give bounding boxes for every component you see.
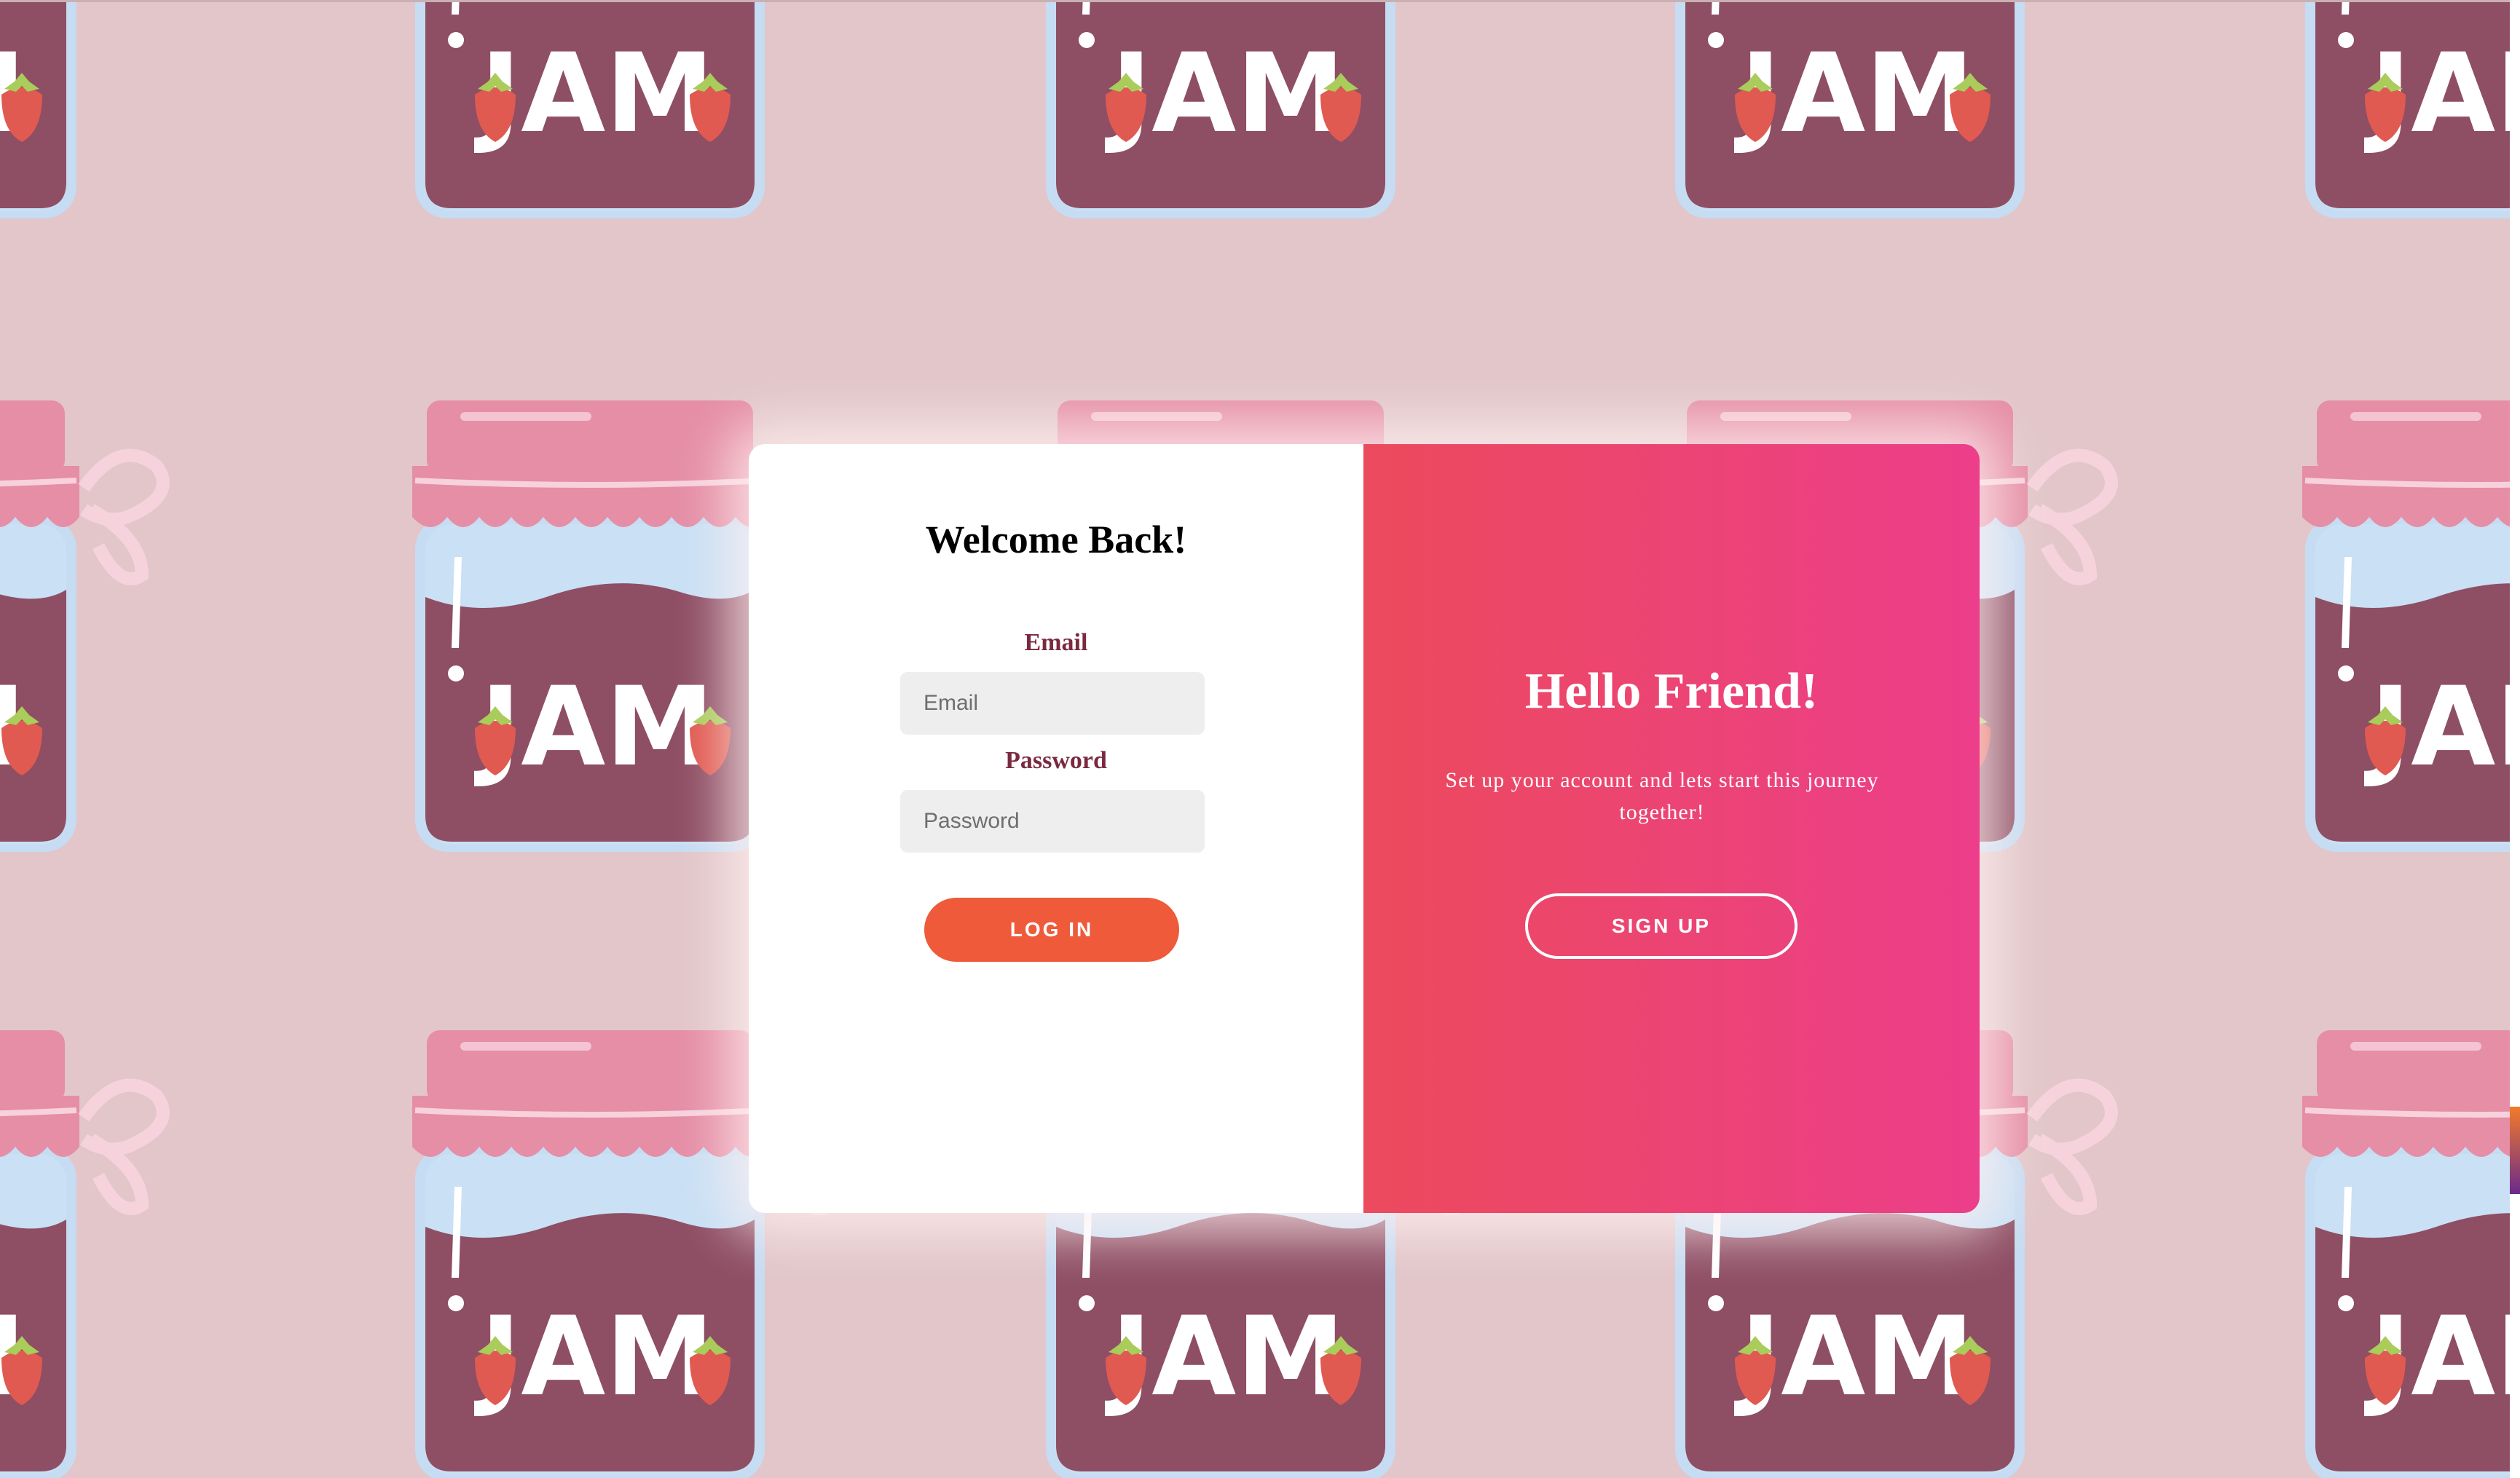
login-button[interactable]: LOG IN (924, 898, 1179, 962)
signup-panel: Hello Friend! Set up your account and le… (1363, 444, 1980, 1213)
password-input[interactable] (900, 790, 1205, 853)
login-panel: Welcome Back! Email Password LOG IN (749, 444, 1363, 1213)
window-top-border (0, 0, 2520, 2)
email-label: Email (1024, 629, 1088, 656)
email-input[interactable] (900, 672, 1205, 735)
login-title: Welcome Back! (925, 518, 1187, 561)
signup-title: Hello Friend! (1524, 663, 1819, 719)
signup-subtitle: Set up your account and lets start this … (1445, 768, 1879, 824)
window-right-edge (2510, 0, 2520, 1478)
auth-modal: Welcome Back! Email Password LOG IN Hell… (749, 444, 1980, 1213)
signup-button[interactable]: SIGN UP (1525, 893, 1798, 959)
password-label: Password (1005, 747, 1107, 774)
window-edge-accent (2510, 1107, 2520, 1194)
page-background: JAM (0, 0, 2520, 1478)
